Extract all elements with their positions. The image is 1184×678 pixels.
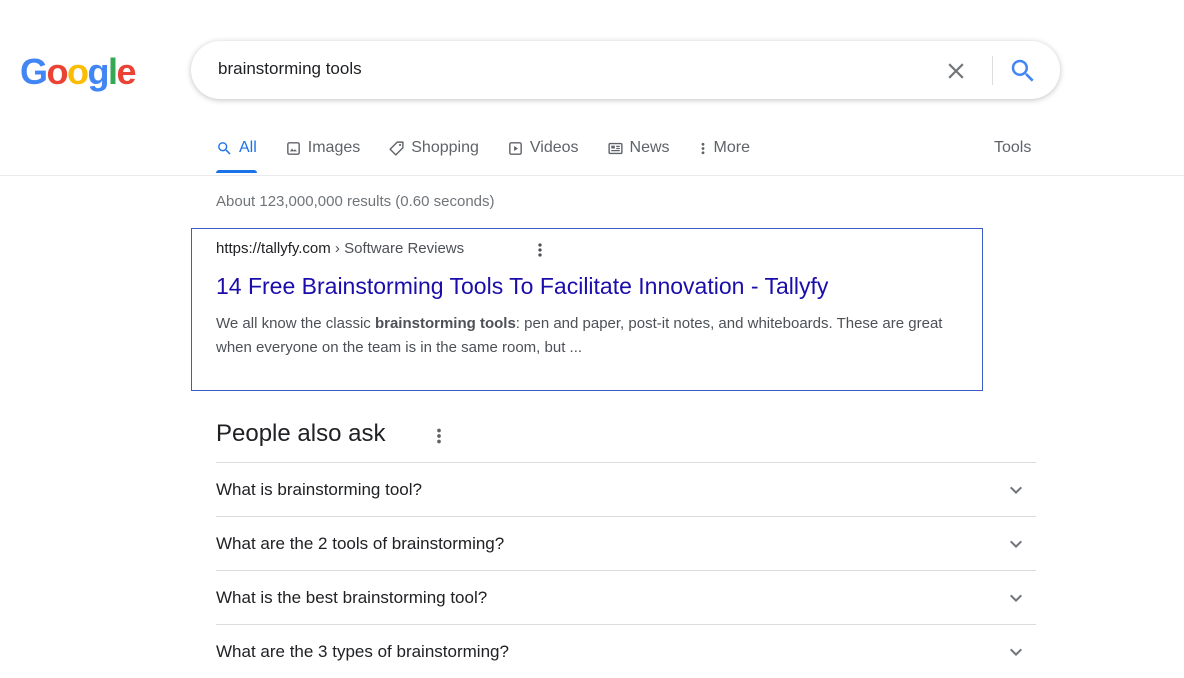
paa-menu-button[interactable] <box>434 425 444 447</box>
logo-letter-g2: g <box>87 51 110 92</box>
search-button[interactable] <box>1008 56 1038 86</box>
tab-label: News <box>629 139 670 156</box>
close-icon <box>948 63 964 79</box>
search-icon <box>218 141 231 155</box>
people-also-ask-list: What is brainstorming tool? What are the… <box>216 462 1036 678</box>
snippet-text: We all know the classic <box>216 315 375 332</box>
paa-question-text: What is brainstorming tool? <box>216 479 422 499</box>
search-divider <box>992 56 993 85</box>
tab-label: More <box>713 139 750 156</box>
paa-question[interactable]: What are the 2 tools of brainstorming? <box>216 516 1036 570</box>
tab-label: All <box>239 139 257 156</box>
people-also-ask-title: People also ask <box>216 420 386 447</box>
chevron-down-icon <box>1010 486 1022 494</box>
tab-label: Shopping <box>411 139 479 156</box>
play-icon <box>509 141 522 155</box>
search-input[interactable]: brainstorming tools <box>218 59 362 79</box>
chevron-down-icon <box>1010 648 1022 656</box>
result-cite[interactable]: https://tallyfy.com › Software Reviews <box>216 240 464 257</box>
search-tabs: All Images Shopping Videos News More <box>216 136 750 176</box>
more-vert-icon <box>538 243 542 257</box>
logo-letter-l: l <box>108 51 118 92</box>
more-vert-icon <box>701 142 704 154</box>
more-vert-icon <box>437 428 441 444</box>
newspaper-icon <box>607 142 623 154</box>
paa-question-text: What are the 2 tools of brainstorming? <box>216 533 505 553</box>
snippet-bold: brainstorming tools <box>374 315 516 332</box>
tab-all[interactable]: All <box>216 136 257 173</box>
tab-images[interactable]: Images <box>285 136 360 160</box>
result-title-link[interactable]: 14 Free Brainstorming Tools To Facilitat… <box>216 273 828 300</box>
tab-more[interactable]: More <box>698 136 750 160</box>
image-icon <box>286 141 300 155</box>
result-breadcrumb: › Software Reviews <box>330 240 465 257</box>
tag-icon <box>389 140 404 156</box>
chevron-down-icon <box>1010 594 1022 602</box>
tab-videos[interactable]: Videos <box>507 136 579 160</box>
logo-letter-o1: o <box>46 51 69 92</box>
tab-label: Images <box>307 139 361 156</box>
search-icon <box>1011 59 1034 82</box>
google-logo[interactable]: Google <box>20 50 137 94</box>
paa-question-text: What is the best brainstorming tool? <box>216 587 488 607</box>
chevron-down-icon <box>1010 540 1022 548</box>
tab-label: Videos <box>529 139 579 156</box>
result-site: https://tallyfy.com <box>216 240 331 257</box>
clear-button[interactable] <box>943 58 969 84</box>
result-stats: About 123,000,000 results (0.60 seconds) <box>216 193 495 210</box>
logo-letter-e: e <box>116 51 137 92</box>
logo-letter-g: G <box>20 51 48 92</box>
paa-question[interactable]: What is brainstorming tool? <box>216 462 1036 516</box>
tools-button[interactable]: Tools <box>994 136 1031 160</box>
result-menu-button[interactable] <box>535 240 545 260</box>
logo-letter-o2: o <box>67 51 89 92</box>
header-divider <box>0 175 1184 176</box>
paa-question[interactable]: What are the 3 types of brainstorming? <box>216 624 1036 678</box>
tab-news[interactable]: News <box>607 136 670 160</box>
tab-shopping[interactable]: Shopping <box>388 136 479 160</box>
search-box[interactable]: brainstorming tools <box>191 41 1060 99</box>
result-snippet: We all know the classic brainstorming to… <box>216 312 956 360</box>
paa-question[interactable]: What is the best brainstorming tool? <box>216 570 1036 624</box>
